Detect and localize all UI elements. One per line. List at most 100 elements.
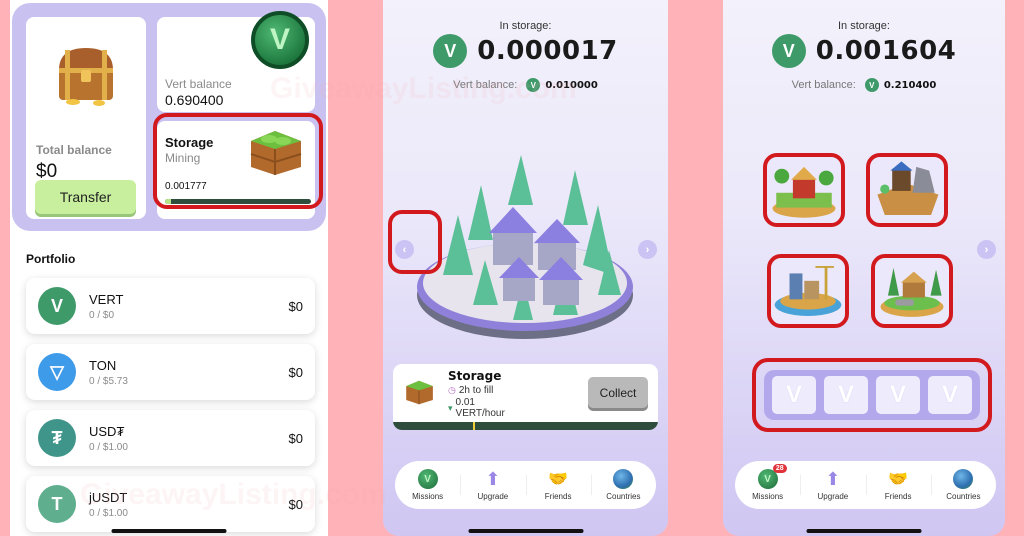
- collect-button[interactable]: Collect: [588, 377, 648, 408]
- building-factory[interactable]: [767, 254, 849, 328]
- storage-progress-fill: [165, 199, 171, 204]
- asset-name: jUSDT: [89, 490, 128, 505]
- storage-card[interactable]: Storage Mining 0.001777: [157, 121, 315, 219]
- vert-slot[interactable]: V: [772, 376, 816, 414]
- missions-icon: V 28: [757, 464, 787, 489]
- tab-friends[interactable]: 🤝 Friends: [525, 461, 591, 509]
- vert-balance-value: 0.010000: [545, 79, 598, 91]
- handshake-icon: 🤝: [888, 471, 909, 488]
- tab-friends[interactable]: 🤝 Friends: [865, 461, 931, 509]
- treasure-chest-icon: [59, 48, 113, 106]
- vert-small-icon: ▾: [448, 403, 453, 413]
- next-arrow-button[interactable]: ›: [638, 240, 657, 259]
- vert-icon: V: [38, 287, 76, 325]
- balance-section: Total balance $0 Transfer V Vert balance…: [12, 3, 326, 231]
- missions-count-badge: 28: [772, 464, 787, 473]
- tab-label: Upgrade: [817, 492, 849, 501]
- sawmill-icon: [880, 267, 944, 317]
- usdt-icon: ₮: [38, 419, 76, 457]
- asset-value: $0: [288, 497, 303, 512]
- asset-name: VERT: [89, 292, 124, 307]
- vert-logo-icon: V: [771, 34, 806, 68]
- vert-slots: VVVV: [764, 370, 980, 420]
- asset-row-jusdt[interactable]: T jUSDT 0 / $1.00 $0: [26, 476, 315, 532]
- vert-balance-value: 0.210400: [883, 79, 937, 91]
- next-arrow-button[interactable]: ›: [977, 240, 996, 259]
- globe-icon: [953, 469, 974, 489]
- asset-balance: 0 / $1.00: [89, 508, 128, 519]
- coin-crate-icon: [250, 131, 302, 175]
- asset-value: $0: [288, 365, 303, 380]
- total-balance-label: Total balance: [36, 143, 112, 157]
- vert-slot[interactable]: V: [824, 376, 868, 414]
- vert-coin-icon: V: [251, 11, 309, 69]
- vert-balance-row: Vert balance: V 0.010000: [383, 78, 668, 92]
- vert-balance-label: Vert balance:: [453, 79, 518, 91]
- asset-row-ton[interactable]: ▽ TON 0 / $5.73 $0: [26, 344, 315, 400]
- fill-time-row: ◷ 2h to fill: [448, 385, 493, 396]
- storage-status: Mining: [165, 151, 201, 165]
- transfer-button[interactable]: Transfer: [35, 180, 136, 214]
- wallet-screen: Total balance $0 Transfer V Vert balance…: [10, 0, 328, 536]
- prev-arrow-button[interactable]: ‹: [395, 240, 414, 259]
- ton-icon: ▽: [38, 353, 76, 391]
- in-storage-label: In storage:: [838, 20, 890, 32]
- globe-icon: [613, 469, 634, 489]
- vert-balance-card: V Vert balance 0.690400: [157, 11, 315, 112]
- tab-label: Upgrade: [477, 492, 509, 501]
- bottom-tab-bar: V 28 Missions ⬆ Upgrade 🤝 Friends Countr…: [735, 461, 996, 509]
- total-balance-card: Total balance $0 Transfer: [26, 17, 146, 219]
- tab-countries[interactable]: Countries: [590, 461, 656, 509]
- asset-balance: 0 / $0: [89, 310, 115, 321]
- tab-upgrade[interactable]: ⬆ Upgrade: [800, 461, 865, 509]
- home-indicator: [468, 529, 583, 533]
- vert-slot[interactable]: V: [876, 376, 920, 414]
- rate-value: 0.01: [455, 397, 475, 408]
- in-storage-value: 0.001604: [815, 36, 957, 66]
- clock-icon: ◷: [448, 385, 456, 395]
- rate-text-wrap: 0.01 VERT/hour: [456, 397, 505, 419]
- tab-missions[interactable]: V Missions: [395, 461, 460, 509]
- asset-value: $0: [288, 431, 303, 446]
- missions-glyph: V: [764, 473, 771, 485]
- asset-value: $0: [288, 299, 303, 314]
- portfolio-title: Portfolio: [26, 252, 76, 266]
- asset-row-vert[interactable]: V VERT 0 / $0 $0: [26, 278, 315, 334]
- vert-balance-label: Vert balance: [165, 77, 232, 91]
- coin-crate-icon: [406, 380, 433, 405]
- in-storage-label: In storage:: [499, 20, 552, 32]
- village-island-image: [417, 155, 633, 339]
- tab-label: Countries: [946, 492, 981, 501]
- in-storage-row: V 0.001604: [723, 34, 1005, 68]
- in-storage-row: V 0.000017: [383, 34, 668, 68]
- tab-label: Friends: [884, 492, 912, 501]
- tab-missions[interactable]: V 28 Missions: [735, 461, 800, 509]
- rate-unit: VERT/hour: [455, 408, 505, 419]
- tab-label: Countries: [606, 492, 641, 501]
- missions-icon: V: [417, 469, 438, 489]
- vert-balance-label: Vert balance:: [791, 79, 856, 91]
- vert-slots-highlight: VVVV: [752, 358, 992, 432]
- storage-screen: In storage: V 0.000017 Vert balance: V 0…: [383, 0, 668, 536]
- home-indicator: [806, 529, 922, 533]
- upgrade-arrow-icon: ⬆: [485, 468, 501, 489]
- storage-progress-marker: [472, 422, 475, 430]
- tab-upgrade[interactable]: ⬆ Upgrade: [460, 461, 525, 509]
- farm-icon: [772, 166, 836, 218]
- vert-logo-icon: V: [526, 78, 541, 92]
- handshake-icon: 🤝: [548, 471, 569, 488]
- asset-row-usdt[interactable]: ₮ USD₮ 0 / $1.00 $0: [26, 410, 315, 466]
- vert-slot[interactable]: V: [928, 376, 972, 414]
- tab-countries[interactable]: Countries: [930, 461, 996, 509]
- storage-title: Storage: [448, 369, 502, 383]
- jusdt-icon: T: [38, 485, 76, 523]
- building-farm[interactable]: [763, 153, 845, 227]
- vert-balance-row: Vert balance: V 0.210400: [723, 78, 1005, 92]
- tab-label: Missions: [412, 492, 444, 501]
- asset-balance: 0 / $5.73: [89, 376, 128, 387]
- storage-value: 0.001777: [165, 181, 207, 192]
- asset-balance: 0 / $1.00: [89, 442, 128, 453]
- building-sawmill[interactable]: [871, 254, 953, 328]
- building-mine[interactable]: [866, 153, 948, 227]
- buildings-screen: In storage: V 0.001604 Vert balance: V 0…: [723, 0, 1005, 536]
